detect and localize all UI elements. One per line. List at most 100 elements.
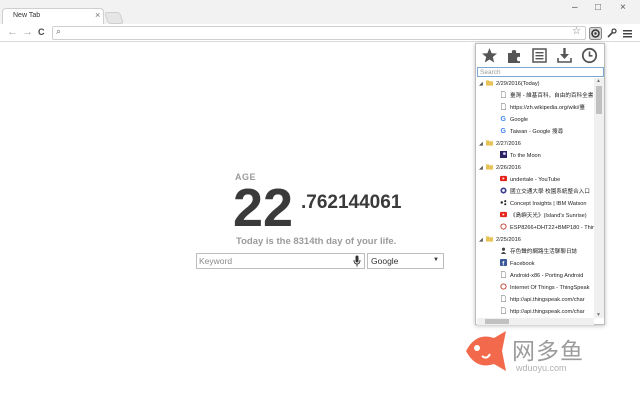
person-icon <box>500 247 507 254</box>
scroll-down-icon[interactable]: ▼ <box>596 312 601 318</box>
close-window-button[interactable]: × <box>620 2 626 13</box>
history-entry[interactable]: Internet Of Things - ThingSpeak <box>500 282 594 294</box>
watermark: 网多鱼 wduoyu.com <box>460 328 630 378</box>
expand-toggle-icon[interactable]: ◢ <box>479 78 486 90</box>
history-entry[interactable]: 存色聲的網路生活聊聊日誌 <box>500 246 594 258</box>
history-bookmark-popup: ◢ 2/29/2016(Today) 臺灣 - 維基百科，自由的百科全書 https:… <box>475 43 605 325</box>
folder-icon <box>486 164 493 170</box>
folder-label: 2/26/2016 <box>496 165 521 171</box>
menu-icon[interactable] <box>621 27 634 40</box>
expand-toggle-icon[interactable]: ◢ <box>479 162 486 174</box>
entry-label: 臺灣 - 維基百科，自由的百科全書 <box>510 93 594 99</box>
expand-toggle-icon[interactable]: ◢ <box>479 234 486 246</box>
maximize-button[interactable]: □ <box>595 2 601 13</box>
tab-new-tab[interactable]: New Tab × <box>2 8 104 25</box>
history-entry[interactable]: 臺灣 - 維基百科，自由的百科全書 <box>500 90 594 102</box>
puzzle-icon[interactable] <box>506 47 523 64</box>
folder-label: 2/25/2016 <box>496 237 521 243</box>
history-date-folder[interactable]: ◢ 2/25/2016 <box>479 234 594 246</box>
history-entry[interactable]: Concept Insights | IBM Watson <box>500 198 594 210</box>
facebook-icon: f <box>500 259 507 266</box>
watson-icon <box>500 200 507 206</box>
microphone-icon[interactable] <box>353 255 361 267</box>
history-entry[interactable]: 《島嶼天光》(Island's Sunrise) <box>500 210 594 222</box>
entry-label: Concept Insights | IBM Watson <box>510 201 587 207</box>
bookmark-history-extension-icon[interactable] <box>589 27 602 40</box>
page-icon <box>501 307 506 314</box>
youtube-icon <box>500 175 507 182</box>
search-engine-select[interactable]: Google ▼ <box>367 253 444 269</box>
age-decimal: .762144061 <box>301 192 402 213</box>
tab-bar: New Tab × – □ × <box>0 0 640 25</box>
history-date-folder[interactable]: ◢ 2/27/2016 <box>479 138 594 150</box>
keyword-input[interactable] <box>199 255 349 267</box>
notes-icon[interactable] <box>531 47 548 64</box>
back-button[interactable]: ← <box>7 26 18 38</box>
folder-icon <box>486 140 493 146</box>
omnibox[interactable]: ⌕ ☆ <box>52 26 586 40</box>
history-entry[interactable]: f Facebook <box>500 258 594 270</box>
entry-label: 存色聲的網路生活聊聊日誌 <box>510 249 578 255</box>
scroll-up-icon[interactable]: ▲ <box>596 78 601 84</box>
entry-label: Facebook <box>510 261 535 267</box>
tab-close-icon[interactable]: × <box>95 10 100 20</box>
tab-title: New Tab <box>13 12 41 19</box>
history-entry[interactable]: G Taiwan - Google 搜尋 <box>500 126 594 138</box>
history-entry[interactable]: Android-x86 - Porting Android <box>500 270 594 282</box>
horizontal-scrollbar-thumb[interactable] <box>485 319 509 324</box>
history-entry[interactable]: ESP8266+DHT22+BMP180 - Thing <box>500 222 594 234</box>
scrollbar-thumb[interactable] <box>596 86 602 114</box>
expand-toggle-icon[interactable]: ◢ <box>479 138 486 150</box>
page-icon <box>501 295 506 302</box>
page-icon <box>501 103 506 110</box>
vertical-scrollbar[interactable]: ▲ ▼ <box>594 78 604 318</box>
minimize-button[interactable]: – <box>572 2 578 13</box>
clock-icon[interactable] <box>581 47 598 64</box>
svg-text:G: G <box>500 128 506 134</box>
history-entry[interactable]: http://api.thingspeak.com/char <box>500 294 594 306</box>
page-icon <box>501 91 506 98</box>
horizontal-scrollbar[interactable] <box>477 318 594 325</box>
age-integer: 22 <box>233 178 294 238</box>
history-entry[interactable]: undertale - YouTube <box>500 174 594 186</box>
chevron-down-icon: ▼ <box>433 257 439 263</box>
history-entry[interactable]: To the Moon <box>500 150 594 162</box>
browser-toolbar: ← → C ⌕ ☆ <box>0 24 640 42</box>
folder-icon <box>486 80 493 86</box>
popup-search-input[interactable] <box>477 67 604 77</box>
fish-logo-icon <box>466 331 506 371</box>
forward-button[interactable]: → <box>22 26 33 38</box>
entry-label: Internet Of Things - ThingSpeak <box>510 285 590 291</box>
tools-icon[interactable] <box>605 27 618 40</box>
download-icon[interactable] <box>556 47 573 64</box>
history-entry[interactable]: http://api.thingspeak.com/char <box>500 306 594 318</box>
search-engine-label: Google <box>371 256 399 266</box>
entry-label: To the Moon <box>510 153 541 159</box>
folder-label: 2/29/2016(Today) <box>496 81 540 87</box>
thingspeak-icon <box>500 223 507 230</box>
university-icon <box>500 187 507 194</box>
address-input[interactable] <box>67 28 557 39</box>
history-date-folder[interactable]: ◢ 2/29/2016(Today) <box>479 78 594 90</box>
thingspeak-icon <box>500 283 507 290</box>
page-icon <box>501 271 506 278</box>
bookmark-star-icon[interactable]: ☆ <box>572 26 581 37</box>
keyword-search-box[interactable] <box>196 253 365 269</box>
entry-label: Taiwan - Google 搜尋 <box>510 129 564 135</box>
day-count-text: Today is the 8314th day of your life. <box>236 236 397 247</box>
google-icon: G <box>500 116 506 122</box>
history-entry[interactable]: G Google <box>500 114 594 126</box>
browser-window: New Tab × – □ × ← → C ⌕ ☆ AGE 22 .762144… <box>0 0 640 400</box>
history-entry[interactable]: 國立交通大學 校園系統整合入口 <box>500 186 594 198</box>
popup-toolbar <box>476 44 606 66</box>
history-date-folder[interactable]: ◢ 2/26/2016 <box>479 162 594 174</box>
history-entry[interactable]: https://zh.wikipedia.org/wiki/臺 <box>500 102 594 114</box>
new-tab-button[interactable] <box>104 12 124 24</box>
reload-button[interactable]: C <box>38 27 45 37</box>
folder-icon <box>486 236 493 242</box>
google-icon: G <box>500 128 506 134</box>
star-icon[interactable] <box>481 47 498 64</box>
svg-text:G: G <box>500 116 506 122</box>
entry-label: http://api.thingspeak.com/char <box>510 309 585 315</box>
entry-label: https://zh.wikipedia.org/wiki/臺 <box>510 105 585 111</box>
